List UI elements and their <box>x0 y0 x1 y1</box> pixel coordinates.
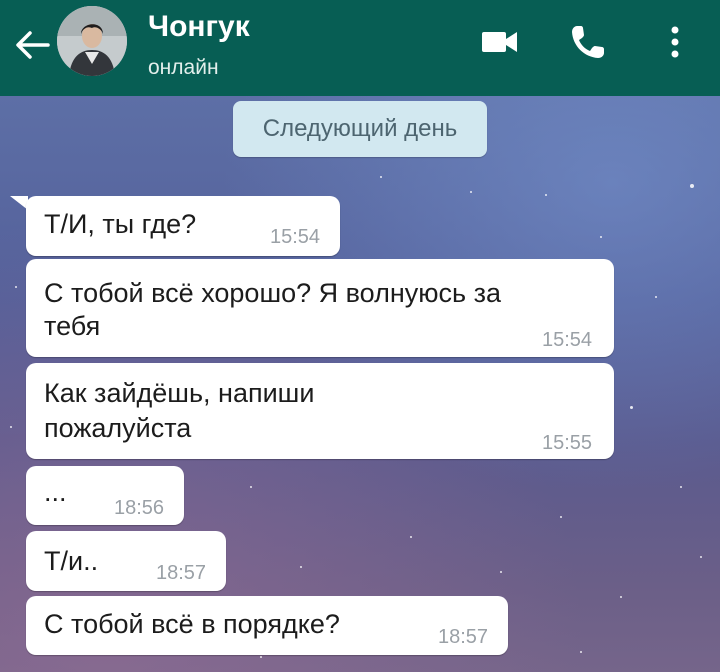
message-bubble[interactable]: Как зайдёшь, напиши пожалуйста 15:55 <box>26 363 614 459</box>
message-time: 18:56 <box>114 497 165 519</box>
message-bubble[interactable]: С тобой всё в порядке? 18:57 <box>26 596 508 655</box>
message-bubble[interactable]: Т/И, ты где? 15:54 <box>26 196 340 256</box>
message-time: 15:55 <box>542 432 593 454</box>
message-text: ... <box>44 477 67 507</box>
message-time: 18:57 <box>156 562 207 584</box>
back-arrow-icon[interactable] <box>12 28 52 62</box>
message-text: Т/и.. <box>44 546 99 576</box>
message-text: Т/И, ты где? <box>44 209 197 239</box>
chat-header: Чонгук онлайн <box>0 0 720 96</box>
more-options-icon[interactable] <box>662 22 688 62</box>
contact-avatar[interactable] <box>57 6 127 76</box>
contact-name[interactable]: Чонгук <box>148 10 250 44</box>
contact-status: онлайн <box>148 56 219 79</box>
message-text: тебя <box>44 311 101 341</box>
message-bubble[interactable]: С тобой всё хорошо? Я волнуюсь за тебя 1… <box>26 259 614 357</box>
message-text: пожалуйста <box>44 413 192 443</box>
message-time: 15:54 <box>542 329 593 351</box>
message-bubble[interactable]: Т/и.. 18:57 <box>26 531 226 591</box>
date-divider: Следующий день <box>233 101 487 157</box>
message-time: 15:54 <box>270 226 321 248</box>
message-bubble[interactable]: ... 18:56 <box>26 466 184 525</box>
video-call-icon[interactable] <box>480 28 520 56</box>
message-time: 18:57 <box>438 626 489 648</box>
phone-icon[interactable] <box>568 22 608 62</box>
message-text: С тобой всё хорошо? Я волнуюсь за <box>44 278 501 308</box>
message-text: С тобой всё в порядке? <box>44 609 340 639</box>
message-text: Как зайдёшь, напиши <box>44 378 315 408</box>
